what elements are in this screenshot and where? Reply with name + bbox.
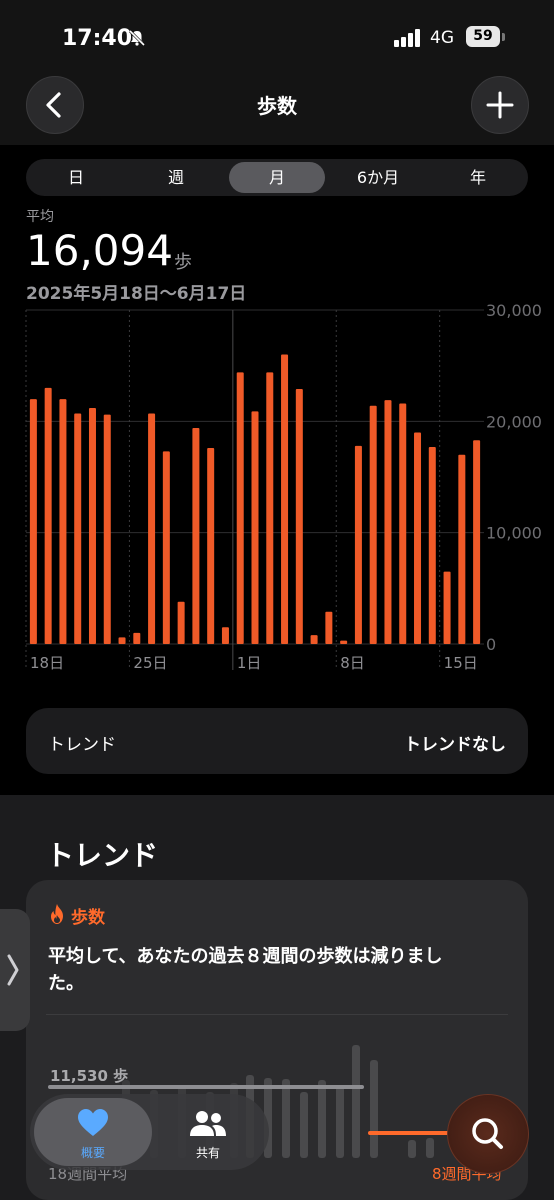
- chart-bar: [443, 571, 451, 644]
- chart-bar: [88, 407, 96, 644]
- add-button[interactable]: [471, 76, 529, 134]
- mini-bar: [282, 1079, 290, 1158]
- chart-bar: [428, 446, 436, 644]
- chart-bar: [148, 413, 156, 644]
- plus-icon: [486, 91, 514, 119]
- chart-bar: [354, 445, 362, 644]
- chart-bar: [295, 389, 303, 644]
- bell-slash-icon: [128, 29, 146, 47]
- segment-year[interactable]: 年: [428, 159, 528, 196]
- segment-6-months[interactable]: 6か月: [328, 159, 428, 196]
- heart-icon: [78, 1109, 108, 1136]
- search-button[interactable]: [447, 1094, 529, 1174]
- chart-x-tick-label: 15日: [444, 654, 478, 672]
- chart-bar: [251, 411, 259, 644]
- chart-bar: [399, 403, 407, 644]
- average-unit: 歩: [174, 252, 192, 273]
- carrier-label: 4G: [430, 28, 454, 48]
- trend-row-value: トレンドなし: [404, 735, 506, 755]
- chart-bar: [177, 601, 185, 644]
- average-value: 16,094: [26, 226, 173, 275]
- chart-bar: [192, 428, 200, 644]
- chart-bar: [103, 414, 111, 644]
- signal-icon: [394, 29, 420, 47]
- chart-x-tick-label: 25日: [133, 654, 167, 672]
- battery-nub: [502, 33, 505, 41]
- mini-bar: [370, 1060, 378, 1158]
- chart-bar: [236, 372, 244, 644]
- steps-bar-chart[interactable]: 30,000 20,000 10,000 0 18日 25日 1日 8日 15日: [0, 300, 554, 680]
- header-background: [0, 0, 554, 145]
- tab-sharing-label: 共有: [195, 1146, 220, 1160]
- chart-bar: [207, 448, 215, 644]
- mini-bar: [352, 1045, 360, 1158]
- chart-y-tick-label: 10,000: [486, 524, 542, 543]
- mini-bar: [426, 1138, 434, 1158]
- mini-bar: [300, 1092, 308, 1158]
- chart-bar: [281, 354, 289, 644]
- average-label: 平均: [26, 209, 54, 225]
- segment-month[interactable]: 月: [229, 162, 325, 193]
- card-divider: [46, 1014, 508, 1015]
- tab-sharing[interactable]: 共有: [158, 1098, 258, 1166]
- flame-icon: [51, 904, 63, 924]
- chart-bar: [29, 399, 37, 644]
- card-message: 平均して、あなたの過去８週間の歩数は減りました。: [48, 946, 443, 994]
- battery-icon: 59: [466, 26, 500, 47]
- chart-bar: [340, 640, 348, 644]
- tab-bar: 概要 共有: [30, 1094, 269, 1170]
- chart-bar: [44, 387, 52, 644]
- mini-bar: [336, 1086, 344, 1158]
- chart-bar: [118, 637, 126, 644]
- chart-bar: [221, 627, 229, 644]
- trend-row-label: トレンド: [48, 735, 116, 755]
- segment-day[interactable]: 日: [26, 159, 126, 196]
- status-time: 17:40: [62, 26, 133, 51]
- chart-x-tick-label: 18日: [30, 654, 64, 672]
- card-category: 歩数: [71, 908, 105, 928]
- chart-y-tick-label: 0: [486, 635, 496, 654]
- chart-x-tick-label: 1日: [237, 654, 262, 672]
- chevron-right-icon: [5, 952, 21, 995]
- tab-summary[interactable]: 概要: [34, 1098, 152, 1166]
- chart-bar: [473, 440, 481, 644]
- chart-bar: [59, 399, 67, 644]
- trend-section-heading: トレンド: [46, 839, 159, 872]
- tab-summary-label: 概要: [80, 1146, 105, 1160]
- chart-bar: [266, 372, 274, 644]
- chart-bar: [384, 400, 392, 644]
- chart-y-tick-label: 30,000: [486, 301, 542, 320]
- mini-chart-value: 11,530 歩: [50, 1067, 129, 1085]
- people-icon: [190, 1111, 226, 1136]
- chart-bar: [74, 413, 82, 644]
- chart-bar: [133, 632, 141, 644]
- mini-bar: [408, 1140, 416, 1158]
- chart-y-tick-label: 20,000: [486, 412, 542, 431]
- chart-bar: [310, 635, 318, 644]
- chart-bar: [162, 451, 170, 644]
- chart-x-tick-label: 8日: [340, 654, 365, 672]
- chart-bar: [369, 405, 377, 644]
- chart-bar: [325, 611, 333, 644]
- mini-average-line: [48, 1085, 364, 1089]
- segment-week[interactable]: 週: [126, 159, 226, 196]
- mini-bar: [318, 1080, 326, 1158]
- search-icon: [472, 1118, 503, 1149]
- trend-row[interactable]: トレンド トレンドなし: [26, 708, 528, 774]
- chart-bar: [414, 432, 422, 644]
- chart-bar: [458, 454, 466, 644]
- period-segmented-control: 日 週 月 6か月 年: [26, 159, 528, 196]
